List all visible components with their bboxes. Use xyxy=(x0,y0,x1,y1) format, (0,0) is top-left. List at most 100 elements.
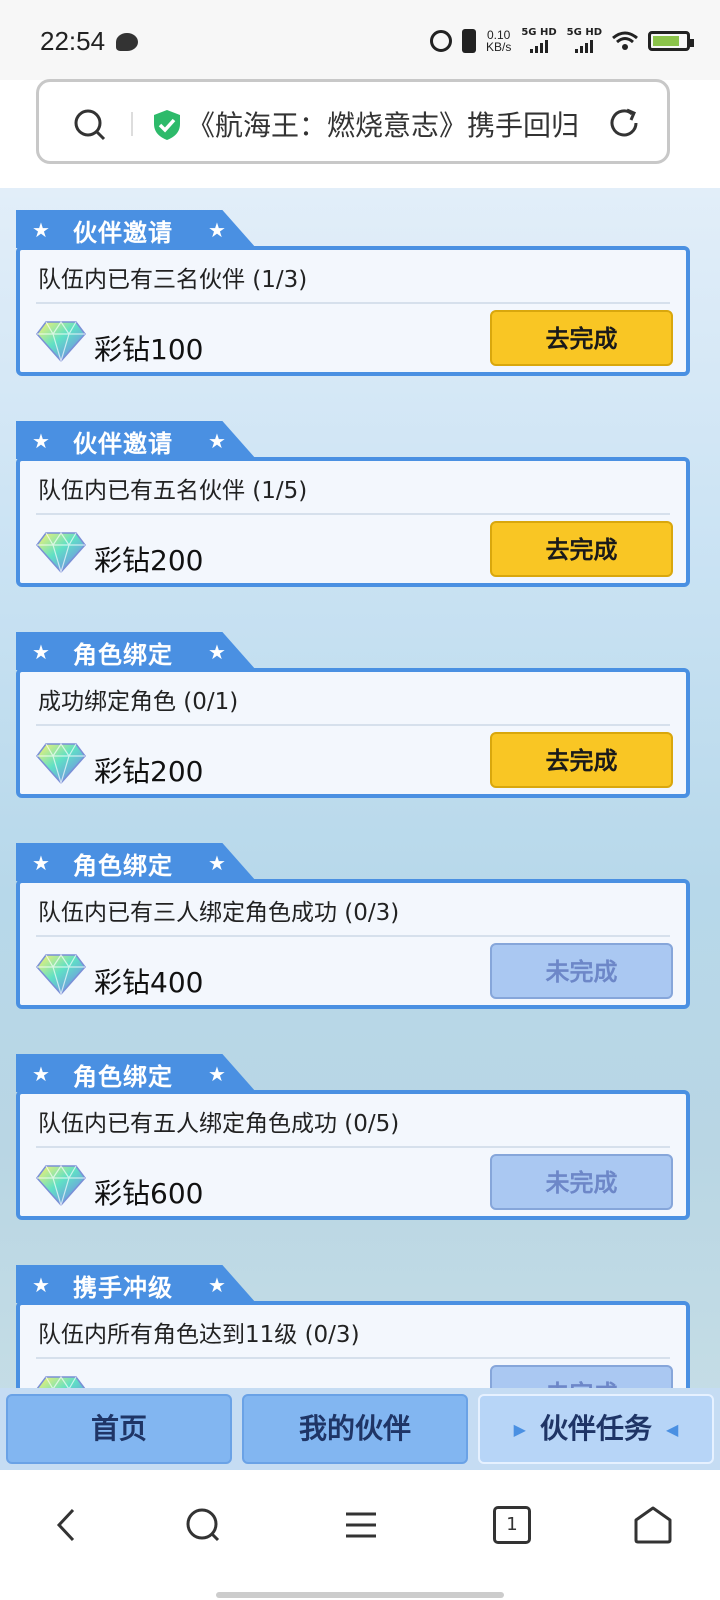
tab-my-partners-label: 我的伙伴 xyxy=(298,1412,411,1445)
task-category-tab: ★ 伙伴邀请 ★ xyxy=(16,421,256,459)
card-divider xyxy=(36,513,670,515)
star-icon: ★ xyxy=(32,640,50,664)
star-icon: ★ xyxy=(32,1273,50,1297)
task-card-body: 成功绑定角色 (0/1) 彩钻200 去完成 xyxy=(16,668,690,798)
task-card: ★ 伙伴邀请 ★ 队伍内已有三名伙伴 (1/3) 彩钻100 去完成 xyxy=(16,210,690,376)
star-icon: ★ xyxy=(32,851,50,875)
star-icon: ★ xyxy=(32,1062,50,1086)
task-list[interactable]: ★ 伙伴邀请 ★ 队伍内已有三名伙伴 (1/3) 彩钻100 去完成 ★ 伙伴邀请 ★ 队伍内已有… xyxy=(0,188,720,1470)
card-divider xyxy=(36,1146,670,1148)
task-card: ★ 角色绑定 ★ 队伍内已有五人绑定角色成功 (0/5) 彩钻600 未完成 xyxy=(16,1054,690,1220)
star-icon: ★ xyxy=(32,429,50,453)
task-card: ★携手冲级★队伍内所有角色达到11级 (0/3)未完成 xyxy=(16,1265,690,1431)
diamond-icon xyxy=(36,953,86,995)
tabs-switcher-icon[interactable]: 1 xyxy=(493,1506,531,1544)
tab-partner-tasks-label: 伙伴任务 xyxy=(539,1412,652,1445)
reward-text: 彩钻200 xyxy=(94,755,204,788)
bottom-tab-bar: 首页 我的伙伴 ▶ 伙伴任务 ◀ xyxy=(0,1388,720,1470)
task-description: 队伍内已有五人绑定角色成功 (0/5) xyxy=(38,1111,400,1137)
back-icon[interactable] xyxy=(43,1500,93,1550)
task-category: 伙伴邀请 xyxy=(73,219,173,247)
task-category-tab: ★ 携手冲级 ★ xyxy=(16,1265,256,1303)
home-icon[interactable] xyxy=(628,1500,678,1550)
triangle-right-icon: ▶ xyxy=(513,1420,526,1439)
signal-sim2: 5G HD xyxy=(567,28,602,53)
task-card: ★ 角色绑定 ★ 成功绑定角色 (0/1) 彩钻200 去完成 xyxy=(16,632,690,798)
sim1-label: 5G HD xyxy=(521,27,557,38)
signal-icon xyxy=(567,40,602,53)
vibrate-icon xyxy=(462,28,476,53)
task-category-tab: ★ 伙伴邀请 ★ xyxy=(16,210,256,248)
go-complete-button[interactable]: 去完成 xyxy=(490,521,673,577)
star-icon: ★ xyxy=(208,640,226,664)
task-description: 队伍内所有角色达到11级 (0/3) xyxy=(38,1322,360,1348)
status-bar: 22:54 0.10 KB/s 5G HD 5G HD xyxy=(0,0,720,80)
task-card-body: 队伍内已有五人绑定角色成功 (0/5) 彩钻600 未完成 xyxy=(16,1090,690,1220)
task-card-body: 队伍内已有三名伙伴 (1/3) 彩钻100 去完成 xyxy=(16,246,690,376)
diamond-icon xyxy=(36,320,86,362)
tab-count: 1 xyxy=(506,1514,518,1535)
task-description: 队伍内已有五名伙伴 (1/5) xyxy=(38,478,308,504)
battery-icon xyxy=(648,30,694,51)
signal-icon xyxy=(521,40,556,53)
task-category: 伙伴邀请 xyxy=(73,430,173,458)
star-icon: ★ xyxy=(208,1062,226,1086)
system-nav-bar: 1 xyxy=(0,1470,720,1600)
diamond-icon xyxy=(36,531,86,573)
wifi-icon xyxy=(612,31,638,50)
task-description: 成功绑定角色 (0/1) xyxy=(38,689,239,715)
reward-text: 彩钻100 xyxy=(94,333,204,366)
star-icon: ★ xyxy=(32,218,50,242)
task-card: ★ 角色绑定 ★ 队伍内已有三人绑定角色成功 (0/3) 彩钻400 未完成 xyxy=(16,843,690,1009)
go-complete-button[interactable]: 去完成 xyxy=(490,310,673,366)
signal-sim1: 5G HD xyxy=(521,27,557,53)
task-category: 角色绑定 xyxy=(73,641,173,669)
search-icon[interactable] xyxy=(73,108,107,142)
url-divider xyxy=(131,112,133,136)
shield-check-icon xyxy=(154,110,180,140)
home-indicator[interactable] xyxy=(216,1592,504,1598)
task-description: 队伍内已有三人绑定角色成功 (0/3) xyxy=(38,900,400,926)
sim2-label: 5G HD xyxy=(566,27,602,38)
task-card-body: 队伍内已有五名伙伴 (1/5) 彩钻200 去完成 xyxy=(16,457,690,587)
task-description: 队伍内已有三名伙伴 (1/3) xyxy=(38,267,308,293)
not-completed-button: 未完成 xyxy=(490,1154,673,1210)
reload-icon[interactable] xyxy=(607,106,641,140)
task-category-tab: ★ 角色绑定 ★ xyxy=(16,632,256,670)
card-divider xyxy=(36,1357,670,1359)
tab-partner-tasks[interactable]: ▶ 伙伴任务 ◀ xyxy=(478,1394,714,1464)
star-icon: ★ xyxy=(208,851,226,875)
task-category: 角色绑定 xyxy=(73,852,173,880)
task-button-label: 去完成 xyxy=(545,325,618,353)
task-button-label: 去完成 xyxy=(545,747,618,775)
diamond-icon xyxy=(36,1164,86,1206)
star-icon: ★ xyxy=(208,429,226,453)
reward-text: 彩钻600 xyxy=(94,1177,204,1210)
task-category-tab: ★ 角色绑定 ★ xyxy=(16,1054,256,1092)
tab-home[interactable]: 首页 xyxy=(6,1394,232,1464)
task-button-label: 未完成 xyxy=(545,1169,618,1197)
card-divider xyxy=(36,724,670,726)
menu-icon[interactable] xyxy=(336,1500,386,1550)
battery-level-fill xyxy=(653,35,679,46)
task-button-label: 去完成 xyxy=(545,536,618,564)
address-bar[interactable]: 《航海王：燃烧意志》携手回归 xyxy=(36,79,670,164)
task-category-tab: ★ 角色绑定 ★ xyxy=(16,843,256,881)
task-category: 携手冲级 xyxy=(73,1274,173,1302)
chat-bubble-icon xyxy=(116,33,138,51)
card-divider xyxy=(36,935,670,937)
network-speed-unit: KB/s xyxy=(486,39,512,54)
go-complete-button[interactable]: 去完成 xyxy=(490,732,673,788)
network-speed: 0.10 KB/s xyxy=(486,29,511,53)
reward-text: 彩钻200 xyxy=(94,544,204,577)
tab-my-partners[interactable]: 我的伙伴 xyxy=(242,1394,468,1464)
reward-text: 彩钻400 xyxy=(94,966,204,999)
tab-home-label: 首页 xyxy=(90,1412,147,1445)
alarm-icon xyxy=(430,29,452,52)
network-speed-value: 0.10 xyxy=(486,27,511,42)
star-icon: ★ xyxy=(208,1273,226,1297)
page-title[interactable]: 《航海王：燃烧意志》携手回归 xyxy=(187,104,599,144)
search-icon[interactable] xyxy=(178,1500,228,1550)
task-button-label: 未完成 xyxy=(545,958,618,986)
card-divider xyxy=(36,302,670,304)
